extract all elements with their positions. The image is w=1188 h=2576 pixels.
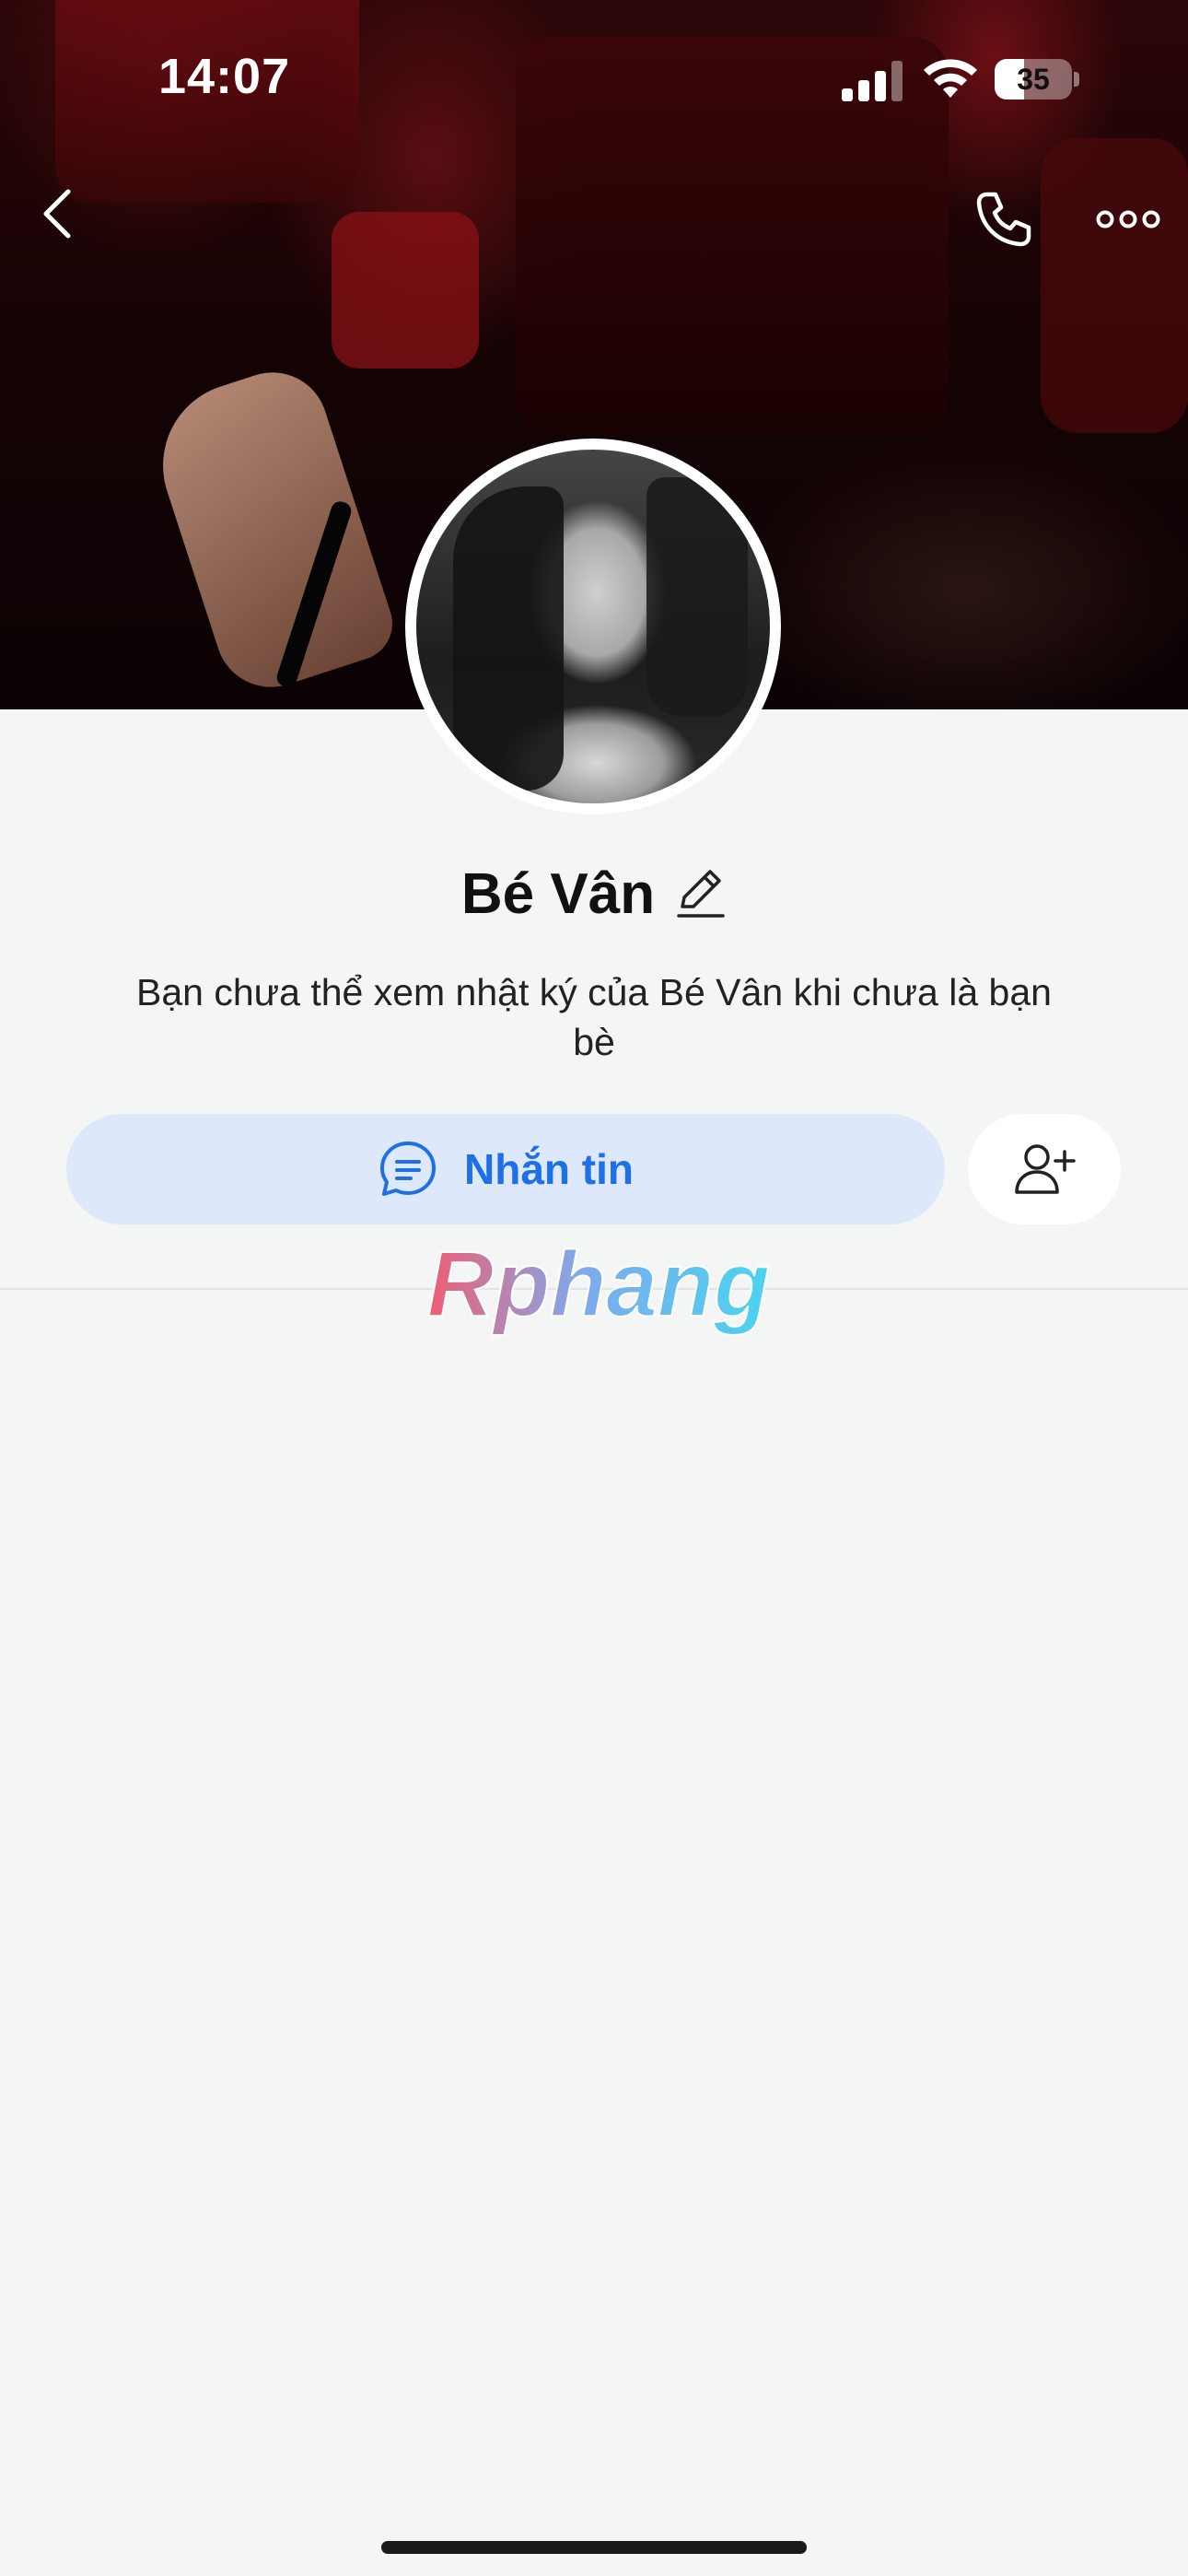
avatar[interactable] [405, 439, 781, 814]
privacy-note: Bạn chưa thể xem nhật ký của Bé Vân khi … [136, 971, 1052, 1063]
pencil-edit-icon[interactable] [675, 866, 727, 921]
call-button[interactable] [967, 182, 1041, 256]
avatar-photo [416, 450, 770, 803]
home-indicator[interactable] [381, 2541, 807, 2554]
battery-level: 35 [1017, 63, 1050, 96]
message-label: Nhắn tin [464, 1145, 634, 1193]
add-friend-icon [1015, 1144, 1076, 1194]
cellular-signal-icon [842, 61, 903, 101]
more-options-button[interactable] [1087, 192, 1170, 247]
status-time: 14:07 [158, 49, 291, 104]
profile-name: Bé Vân [460, 861, 656, 926]
watermark-logo: Rphang [426, 1235, 771, 1337]
back-button[interactable] [28, 184, 87, 243]
chevron-left-icon [43, 189, 71, 239]
add-friend-button[interactable] [968, 1114, 1121, 1224]
status-bar: 14:07 35 [0, 0, 1188, 157]
message-button[interactable]: Nhắn tin [66, 1114, 945, 1224]
cover-seat-shape [1041, 138, 1188, 433]
profile-name-row: Bé Vân [0, 857, 1188, 931]
watermark-text: Rphang [427, 1235, 770, 1336]
ellipsis-icon [1096, 210, 1160, 228]
phone-icon [976, 192, 1031, 247]
battery-icon: 35 [995, 59, 1079, 100]
cover-foot-shape [141, 357, 402, 702]
cover-seat-shape [332, 212, 479, 369]
chat-bubble-icon [380, 1142, 436, 1196]
wifi-icon [924, 59, 977, 98]
